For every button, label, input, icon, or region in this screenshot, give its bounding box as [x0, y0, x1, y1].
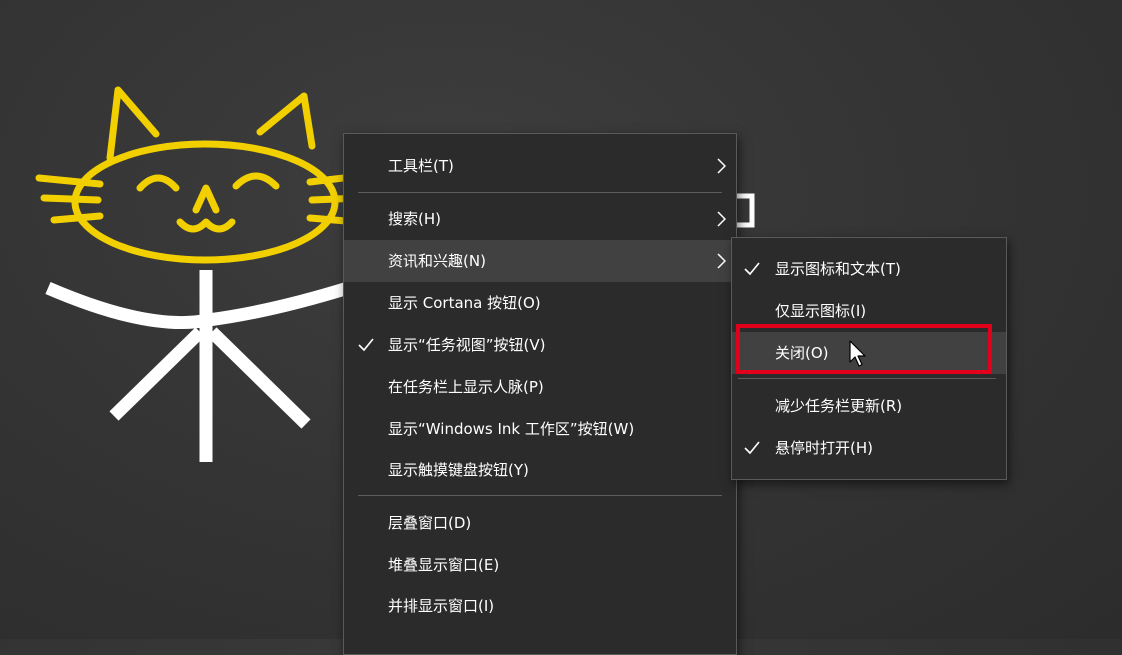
menu-item-label: 显示“Windows Ink 工作区”按钮(W): [388, 420, 635, 438]
menu-item-show-windows-ink[interactable]: 显示“Windows Ink 工作区”按钮(W): [344, 408, 736, 450]
menu-item-label: 显示“任务视图”按钮(V): [388, 336, 546, 354]
menu-item-news-and-interests[interactable]: 资讯和兴趣(N): [344, 240, 736, 282]
menu-item-label: 显示触摸键盘按钮(Y): [388, 461, 529, 479]
menu-item-label: 搜索(H): [388, 210, 441, 228]
submenu-item-label: 仅显示图标(I): [775, 302, 867, 320]
check-icon: [358, 324, 374, 366]
menu-item-search[interactable]: 搜索(H): [344, 198, 736, 240]
menu-item-label: 层叠窗口(D): [388, 514, 472, 532]
check-icon: [744, 427, 760, 469]
menu-item-label: 堆叠显示窗口(E): [388, 556, 500, 574]
background-glyph-fragment: [736, 193, 755, 228]
menu-separator: [358, 192, 722, 193]
submenu-item-label: 悬停时打开(H): [775, 439, 873, 457]
chevron-right-icon: [717, 211, 726, 227]
menu-item-label: 并排显示窗口(I): [388, 597, 495, 615]
menu-item-stack-windows[interactable]: 堆叠显示窗口(E): [344, 544, 736, 586]
menu-item-label: 工具栏(T): [388, 157, 454, 175]
menu-item-toolbars[interactable]: 工具栏(T): [344, 145, 736, 187]
menu-item-show-people[interactable]: 在任务栏上显示人脉(P): [344, 366, 736, 408]
submenu-item-label: 减少任务栏更新(R): [775, 397, 903, 415]
submenu-item-show-icon-and-text[interactable]: 显示图标和文本(T): [732, 248, 1006, 290]
cat-logo: [35, 86, 360, 462]
submenu-item-open-on-hover[interactable]: 悬停时打开(H): [732, 427, 1006, 469]
submenu-item-show-icon-only[interactable]: 仅显示图标(I): [732, 290, 1006, 332]
menu-separator: [358, 495, 722, 496]
news-interests-submenu: 显示图标和文本(T) 仅显示图标(I) 关闭(O) 减少任务栏更新(R) 悬停时…: [731, 237, 1007, 480]
menu-item-label: 在任务栏上显示人脉(P): [388, 378, 544, 396]
submenu-item-label: 关闭(O): [775, 344, 829, 362]
taskbar-context-menu: 工具栏(T) 搜索(H) 资讯和兴趣(N) 显示 Cortana 按钮(O) 显…: [343, 133, 737, 655]
submenu-item-label: 显示图标和文本(T): [775, 260, 901, 278]
submenu-item-turn-off[interactable]: 关闭(O): [732, 332, 1006, 374]
menu-item-cascade-windows[interactable]: 层叠窗口(D): [344, 502, 736, 544]
menu-item-label: 资讯和兴趣(N): [388, 252, 486, 270]
chevron-right-icon: [717, 158, 726, 174]
check-icon: [744, 248, 760, 290]
menu-item-label: 显示 Cortana 按钮(O): [388, 294, 541, 312]
menu-item-side-by-side-windows[interactable]: 并排显示窗口(I): [344, 585, 736, 627]
chevron-right-icon: [717, 253, 726, 269]
menu-item-show-cortana-button[interactable]: 显示 Cortana 按钮(O): [344, 282, 736, 324]
menu-separator: [738, 378, 996, 379]
menu-item-show-task-view-button[interactable]: 显示“任务视图”按钮(V): [344, 324, 736, 366]
mouse-cursor-icon: [849, 340, 866, 367]
submenu-item-reduce-taskbar-updates[interactable]: 减少任务栏更新(R): [732, 385, 1006, 427]
menu-item-show-touch-keyboard[interactable]: 显示触摸键盘按钮(Y): [344, 449, 736, 491]
